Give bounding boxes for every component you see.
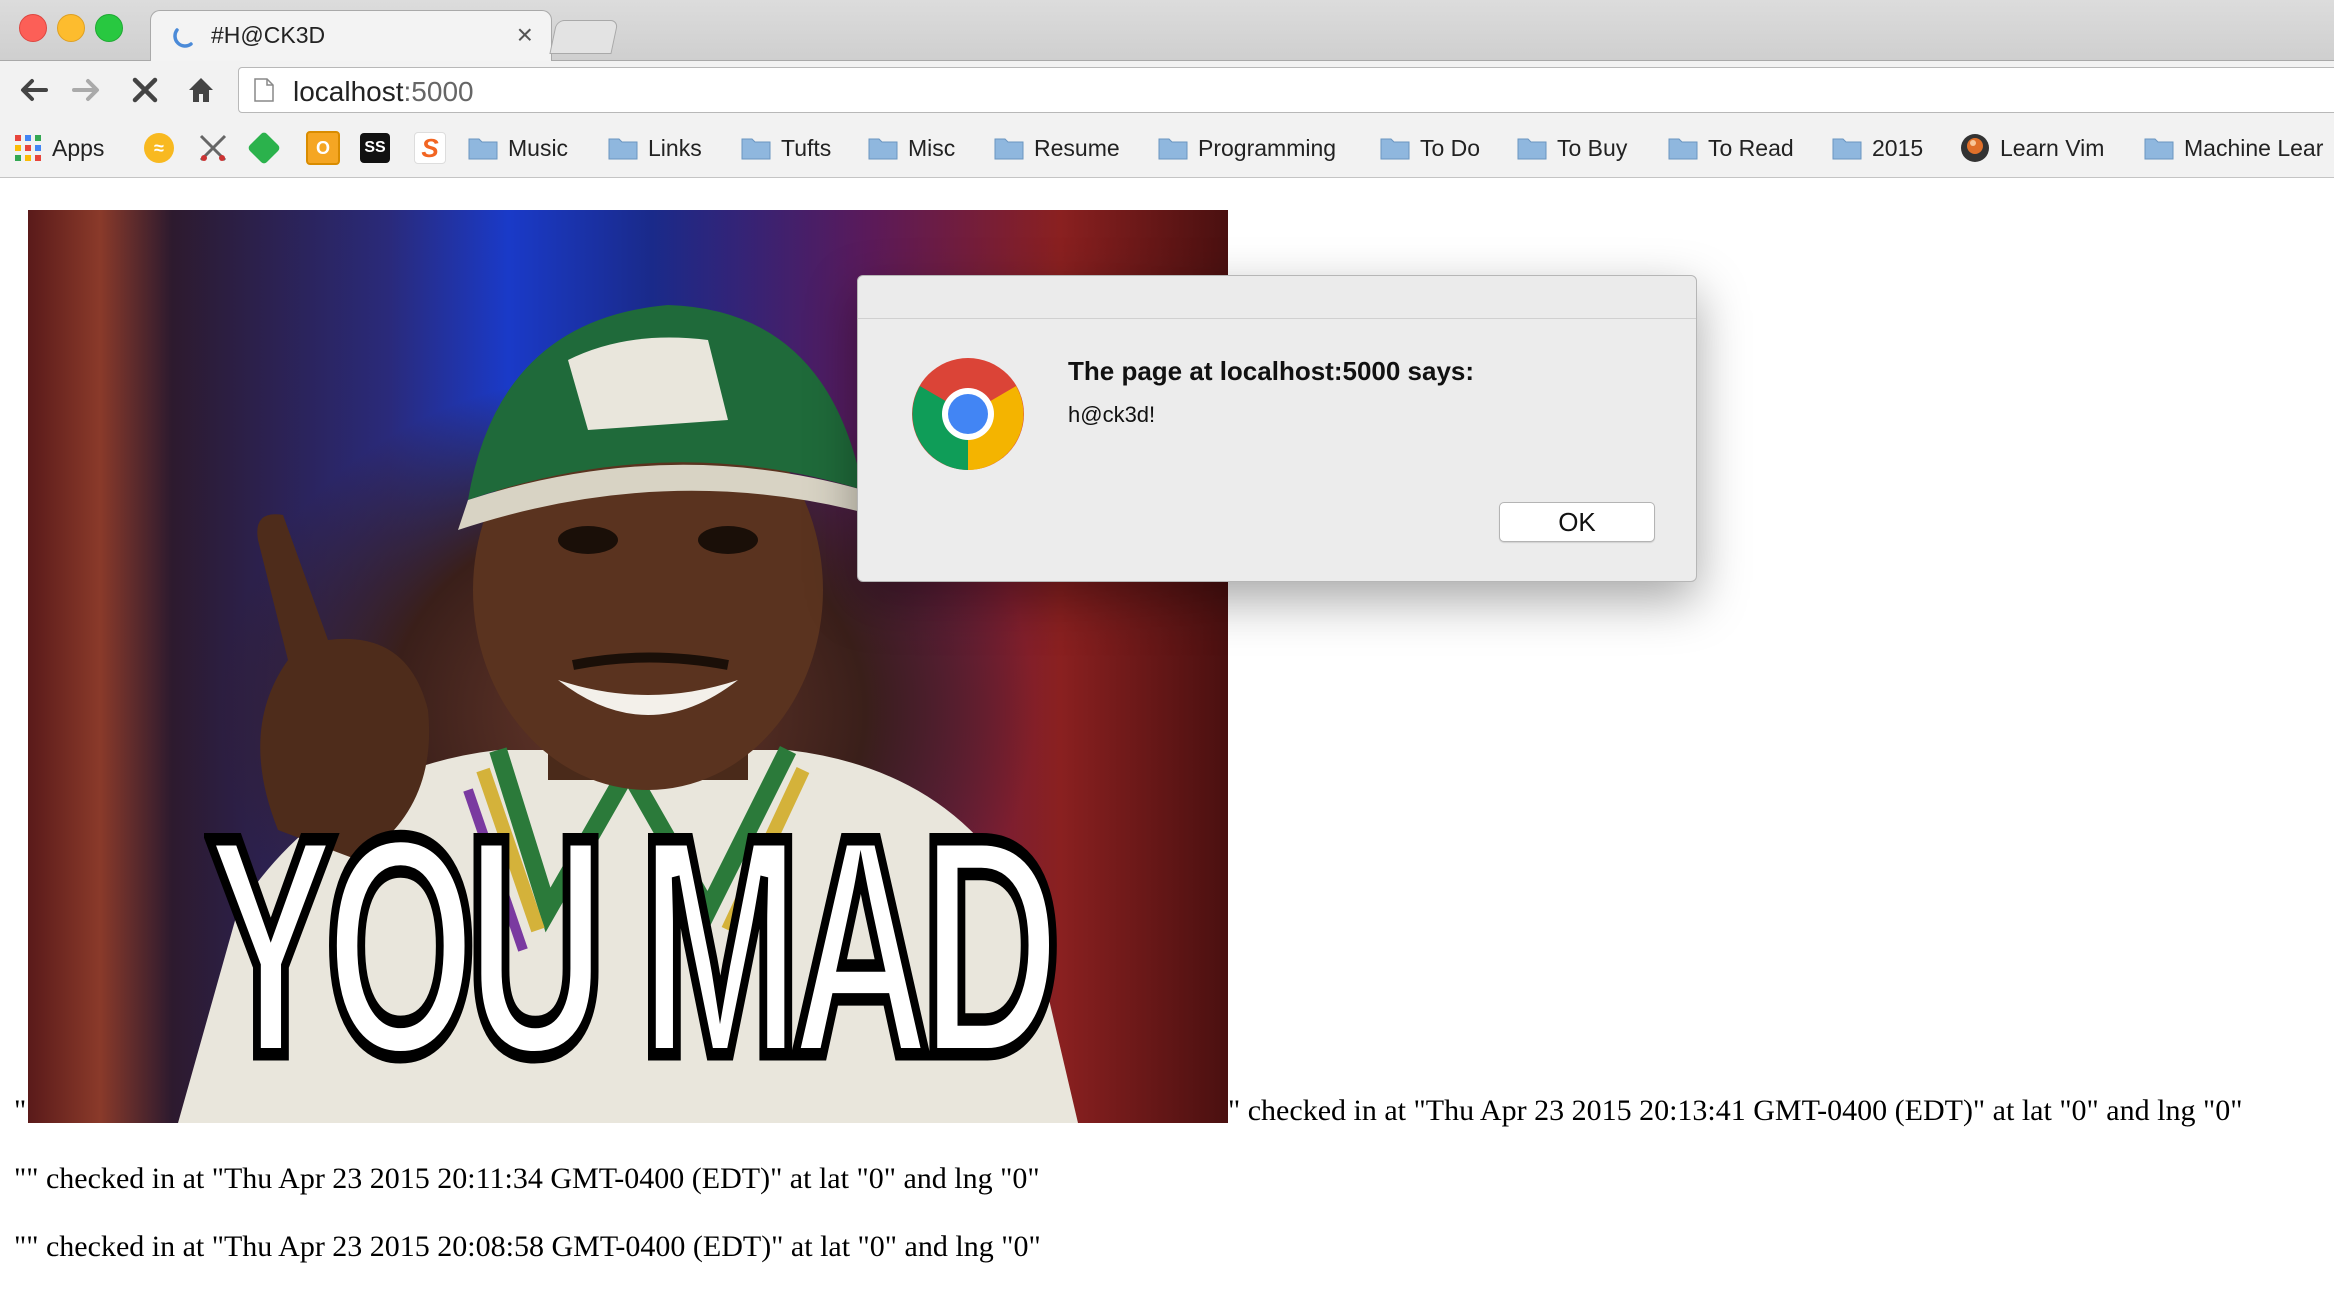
bookmark-label: Resume [1034, 134, 1120, 161]
bookmark-label: Programming [1198, 134, 1337, 161]
meme-caption: YOU MAD [202, 771, 1065, 1121]
dialog-titlebar [858, 276, 1696, 319]
bookmark-folder-to-read[interactable]: To Read [1668, 133, 1794, 163]
bookmark-folder-resume[interactable]: Resume [994, 133, 1120, 163]
bookmark-folder-programming[interactable]: Programming [1158, 133, 1336, 163]
bookmark-folder-to-buy[interactable]: To Buy [1517, 133, 1627, 163]
o-extension-icon: O [306, 131, 340, 165]
checkin-row-3: "" checked in at "Thu Apr 23 2015 20:08:… [14, 1230, 1041, 1263]
new-tab-button[interactable] [549, 20, 619, 54]
apps-grid-icon [15, 135, 41, 161]
bookmark-label: Links [648, 134, 702, 161]
s-extension-icon: S [414, 132, 446, 164]
folder-icon [1668, 138, 1698, 160]
vim-globe-icon [1961, 134, 1989, 162]
bookmark-folder-misc[interactable]: Misc [868, 133, 955, 163]
bookmark-label: To Do [1420, 134, 1481, 161]
bookmark-extension-2[interactable] [198, 133, 228, 163]
bookmark-folder-machine-learning[interactable]: Machine Lear [2144, 133, 2323, 163]
loading-spinner-icon [173, 28, 193, 48]
bookmark-label: Apps [52, 134, 105, 161]
chrome-logo-icon [912, 358, 1024, 470]
url-host: localhost [293, 76, 404, 107]
minimize-window-button[interactable] [57, 14, 85, 42]
dialog-message: h@ck3d! [1068, 402, 1156, 427]
bookmark-label: Learn Vim [2000, 134, 2105, 161]
bookmark-extension-1[interactable]: ≈ [144, 133, 174, 163]
bookmark-label: To Buy [1557, 134, 1628, 161]
bookmark-folder-tufts[interactable]: Tufts [741, 133, 831, 163]
forward-arrow-icon[interactable] [70, 73, 104, 107]
home-icon[interactable] [184, 73, 218, 107]
address-bar[interactable]: localhost:5000 [238, 67, 2334, 113]
bookmark-folder-2015[interactable]: 2015 [1832, 133, 1923, 163]
bookmark-label: 2015 [1872, 134, 1924, 161]
bookmark-extension-6[interactable]: S [414, 132, 446, 164]
bookmark-label: Misc [908, 134, 956, 161]
folder-icon [608, 138, 638, 160]
bookmark-folder-music[interactable]: Music [468, 133, 568, 163]
back-arrow-icon[interactable] [16, 73, 50, 107]
ok-button[interactable]: OK [1499, 502, 1655, 542]
checkin-row-2: "" checked in at "Thu Apr 23 2015 20:11:… [14, 1162, 1040, 1195]
bookmark-extension-4[interactable]: O [306, 131, 340, 165]
bookmark-label: To Read [1708, 134, 1794, 161]
folder-icon [994, 138, 1024, 160]
scissors-icon [199, 134, 227, 162]
bookmarks-bar: Apps ≈ O SS S Music Links Tufts Misc Res… [0, 119, 2334, 178]
folder-icon [1158, 138, 1188, 160]
stop-loading-icon[interactable] [128, 73, 162, 107]
ss-extension-icon: SS [360, 133, 390, 163]
bookmark-label: Tufts [781, 134, 832, 161]
extension-orange-icon: ≈ [144, 133, 174, 163]
navigation-toolbar: localhost:5000 [0, 61, 2334, 119]
bookmark-extension-3[interactable] [247, 131, 281, 165]
feedly-icon [247, 131, 281, 165]
folder-icon [1517, 138, 1547, 160]
tab-title: #H@CK3D [211, 22, 326, 48]
checkin-row-1: " checked in at "Thu Apr 23 2015 20:13:4… [1228, 1094, 2243, 1127]
folder-icon [468, 138, 498, 160]
folder-icon [741, 138, 771, 160]
folder-icon [1832, 138, 1862, 160]
bookmark-label: Music [508, 134, 569, 161]
bookmark-apps[interactable]: Apps [14, 133, 104, 163]
url-port: :5000 [403, 76, 474, 107]
folder-icon [1380, 138, 1410, 160]
checkin-lead-quote: " [14, 1094, 27, 1127]
alert-dialog: The page at localhost:5000 says: h@ck3d!… [857, 275, 1697, 582]
close-window-button[interactable] [19, 14, 47, 42]
zoom-window-button[interactable] [95, 14, 123, 42]
tab-strip: #H@CK3D × [0, 0, 2334, 61]
folder-icon [868, 138, 898, 160]
bookmark-folder-to-do[interactable]: To Do [1380, 133, 1480, 163]
bookmark-folder-links[interactable]: Links [608, 133, 702, 163]
dialog-heading: The page at localhost:5000 says: [1068, 356, 1475, 386]
page-icon [254, 78, 274, 102]
active-tab[interactable]: #H@CK3D × [150, 10, 552, 61]
bookmark-label: Machine Lear [2184, 134, 2324, 161]
bookmark-extension-5[interactable]: SS [360, 133, 390, 163]
tab-close-icon[interactable]: × [517, 18, 533, 52]
folder-icon [2144, 138, 2174, 160]
url-text: localhost:5000 [293, 76, 474, 108]
bookmark-learn-vim[interactable]: Learn Vim [1960, 133, 2104, 163]
